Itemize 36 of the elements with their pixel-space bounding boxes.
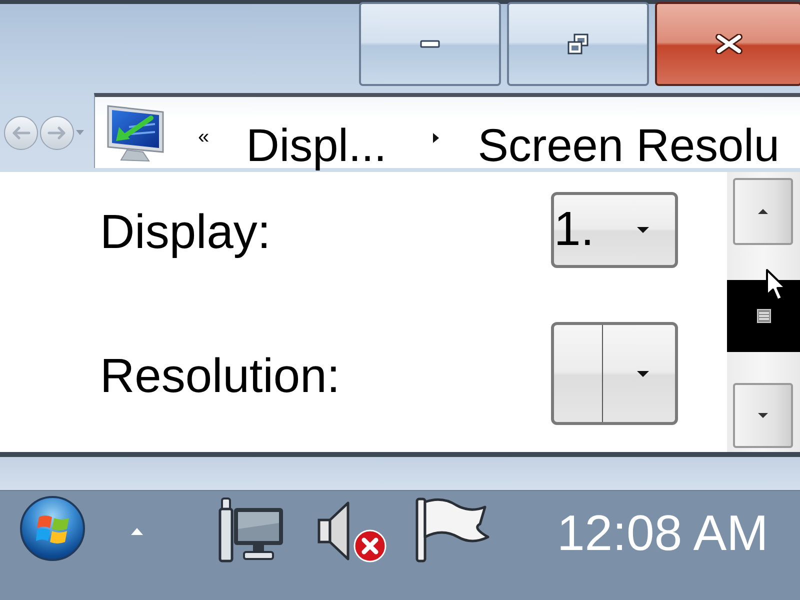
forward-button[interactable]: [40, 116, 74, 150]
speaker-muted-icon[interactable]: [317, 500, 389, 564]
caret-down-icon: [637, 227, 649, 233]
setting-label: Resolution:: [100, 352, 340, 400]
select-dropdown[interactable]: 1.: [551, 192, 678, 268]
caret-down-icon: [758, 413, 768, 418]
monitor-icon: [105, 102, 167, 162]
restore-button[interactable]: [507, 2, 649, 86]
left-arrow-icon: [11, 126, 31, 140]
right-caret-icon[interactable]: [432, 132, 439, 142]
breadcrumb-overflow[interactable]: «: [198, 126, 210, 146]
restore-icon: [567, 33, 589, 55]
flag-icon[interactable]: [414, 497, 491, 563]
scroll-down-button[interactable]: [733, 383, 793, 448]
caret-down-icon[interactable]: [76, 130, 84, 135]
breadcrumb-link[interactable]: Displ...: [246, 122, 387, 168]
grip-icon: [756, 309, 770, 323]
up-caret-icon: [131, 528, 143, 534]
scrollbar-thumb[interactable]: [727, 280, 800, 352]
show-hidden-icons-button[interactable]: [130, 526, 144, 536]
scrollbar-track[interactable]: [727, 172, 800, 452]
up-caret-icon: [758, 209, 768, 214]
right-arrow-icon: [47, 126, 67, 140]
close-icon: [714, 34, 742, 54]
select-dropdown[interactable]: [551, 322, 678, 425]
minimize-icon: [420, 40, 440, 48]
caret-down-icon: [637, 370, 649, 376]
breadcrumb-link[interactable]: Screen Resolu: [478, 122, 780, 168]
back-button[interactable]: [4, 116, 38, 150]
setting-label: Display:: [100, 209, 271, 257]
scroll-up-button[interactable]: [733, 178, 793, 245]
address-bar[interactable]: « Displ... Screen Resolu: [94, 93, 800, 168]
minimize-button[interactable]: [359, 2, 501, 86]
close-button[interactable]: [655, 2, 800, 86]
monitor-plug-icon[interactable]: [217, 497, 285, 563]
flag-logo-icon: [36, 512, 70, 544]
